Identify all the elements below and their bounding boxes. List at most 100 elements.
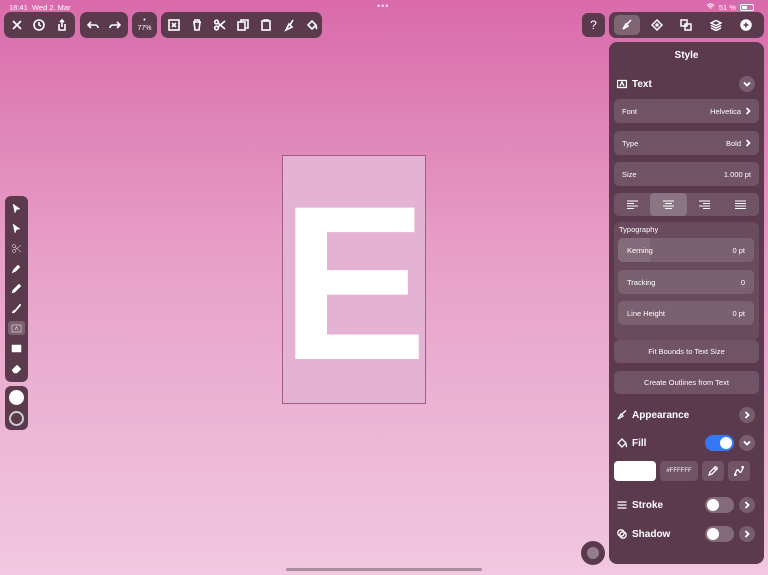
align-center-icon bbox=[662, 200, 674, 209]
align-justify-icon bbox=[735, 200, 747, 209]
rectangle-tool[interactable] bbox=[8, 341, 25, 355]
paint-bucket-icon bbox=[306, 19, 318, 31]
align-justify-button[interactable] bbox=[723, 193, 759, 216]
size-row[interactable]: Size 1.000 pt bbox=[614, 162, 759, 186]
paste-icon bbox=[261, 19, 271, 31]
selection-tool[interactable] bbox=[8, 201, 25, 215]
text-tool[interactable] bbox=[8, 321, 25, 335]
stroke-expand-button[interactable] bbox=[739, 497, 755, 513]
kerning-slider[interactable]: Kerning 0 pt bbox=[618, 238, 754, 262]
help-button[interactable]: ? bbox=[582, 13, 605, 37]
fill-hex-field[interactable]: #FFFFFF bbox=[660, 461, 698, 481]
size-value[interactable]: 1.000 pt bbox=[724, 170, 751, 179]
home-indicator[interactable] bbox=[286, 568, 482, 571]
fill-collapse-button[interactable] bbox=[739, 435, 755, 451]
fill-color-swatch[interactable] bbox=[614, 461, 656, 481]
zoom-level: 77% bbox=[137, 25, 152, 32]
chevron-down-icon bbox=[743, 81, 751, 87]
zoom-control[interactable]: • 77% bbox=[132, 12, 157, 38]
paint-bucket-icon bbox=[617, 438, 627, 448]
text-box-icon bbox=[11, 324, 22, 332]
battery-icon bbox=[740, 4, 754, 11]
direct-selection-tool[interactable] bbox=[8, 221, 25, 235]
chevron-right-icon bbox=[744, 530, 750, 538]
chevron-down-icon bbox=[743, 440, 751, 446]
pen-icon bbox=[11, 264, 21, 274]
text-section-header[interactable]: Text bbox=[617, 76, 652, 92]
battery-percent: 51 % bbox=[718, 3, 736, 12]
fill-color-swatch[interactable] bbox=[9, 390, 24, 405]
share-icon bbox=[58, 18, 66, 31]
tracking-slider[interactable]: Tracking 0 bbox=[618, 270, 754, 294]
undo-button[interactable] bbox=[86, 17, 100, 33]
chevron-right-icon bbox=[745, 107, 751, 115]
gradient-button[interactable] bbox=[728, 461, 750, 481]
paste-button[interactable] bbox=[259, 17, 273, 33]
style-panel: Style Text Font Helvetica Type Bold Size… bbox=[609, 42, 764, 564]
artboard[interactable]: E bbox=[281, 155, 428, 404]
multitasking-dots[interactable]: ••• bbox=[377, 1, 389, 11]
eyedropper-button[interactable] bbox=[702, 461, 724, 481]
brush-icon bbox=[617, 410, 627, 420]
typography-label: Typography bbox=[619, 225, 659, 234]
pen-tool[interactable] bbox=[8, 261, 25, 275]
typography-group: Typography Kerning 0 pt Tracking 0 Line … bbox=[614, 222, 759, 340]
shadow-toggle[interactable] bbox=[705, 526, 734, 542]
canvas-text-object[interactable]: E bbox=[281, 173, 428, 393]
status-time-date: 18:41 Wed 2. Mar bbox=[9, 3, 71, 12]
font-row[interactable]: Font Helvetica bbox=[614, 99, 759, 123]
toolbar-edit-group bbox=[161, 12, 322, 38]
appearance-expand-button[interactable] bbox=[739, 407, 755, 423]
align-center-button[interactable] bbox=[650, 193, 687, 216]
cut-button[interactable] bbox=[213, 17, 227, 33]
clock-icon bbox=[33, 19, 46, 31]
arrange-icon bbox=[680, 19, 693, 31]
status-right: 51 % bbox=[706, 3, 754, 12]
chevron-right-icon bbox=[745, 139, 751, 147]
copy-button[interactable] bbox=[236, 17, 250, 33]
stroke-toggle[interactable] bbox=[705, 497, 734, 513]
text-section-collapse-button[interactable] bbox=[739, 76, 755, 92]
stroke-color-swatch[interactable] bbox=[9, 411, 24, 426]
delete-button[interactable] bbox=[190, 17, 204, 33]
rectangle-icon bbox=[11, 344, 22, 352]
undo-icon bbox=[86, 21, 99, 29]
eraser-tool[interactable] bbox=[8, 361, 25, 375]
paste-style-button[interactable] bbox=[282, 17, 296, 33]
assistive-touch-button[interactable] bbox=[581, 541, 605, 565]
align-left-button[interactable] bbox=[614, 193, 650, 216]
pencil-tool[interactable] bbox=[8, 281, 25, 295]
shadow-expand-button[interactable] bbox=[739, 526, 755, 542]
create-outlines-button[interactable]: Create Outlines from Text bbox=[614, 371, 759, 394]
gradient-path-icon bbox=[734, 466, 744, 476]
tab-path[interactable] bbox=[644, 15, 670, 35]
stroke-section-header: Stroke bbox=[617, 497, 663, 513]
brush-icon bbox=[284, 19, 294, 32]
scissors-tool[interactable] bbox=[8, 241, 25, 255]
tab-style[interactable] bbox=[613, 15, 640, 35]
brush-tool[interactable] bbox=[8, 301, 25, 315]
tab-arrange[interactable] bbox=[673, 15, 699, 35]
close-button[interactable] bbox=[10, 17, 24, 33]
redo-button[interactable] bbox=[108, 17, 122, 33]
chevron-right-icon bbox=[744, 501, 750, 509]
type-row[interactable]: Type Bold bbox=[614, 131, 759, 155]
layers-icon bbox=[710, 19, 723, 31]
deselect-button[interactable] bbox=[167, 17, 181, 33]
tab-add[interactable] bbox=[733, 15, 759, 35]
redo-icon bbox=[109, 21, 122, 29]
toolbar-document-group bbox=[4, 12, 75, 38]
history-button[interactable] bbox=[32, 17, 46, 33]
panel-title: Style bbox=[674, 50, 699, 61]
help-label: ? bbox=[590, 18, 597, 32]
align-right-button[interactable] bbox=[687, 193, 723, 216]
appearance-section-header[interactable]: Appearance bbox=[617, 407, 689, 423]
fill-toggle[interactable] bbox=[705, 435, 734, 451]
fit-bounds-button[interactable]: Fit Bounds to Text Size bbox=[614, 340, 759, 363]
color-selector bbox=[5, 386, 28, 430]
tab-layers[interactable] bbox=[703, 15, 729, 35]
share-button[interactable] bbox=[55, 17, 69, 33]
fill-style-button[interactable] bbox=[305, 17, 319, 33]
line-height-slider[interactable]: Line Height 0 pt bbox=[618, 301, 754, 325]
text-alignment-control bbox=[614, 193, 759, 216]
